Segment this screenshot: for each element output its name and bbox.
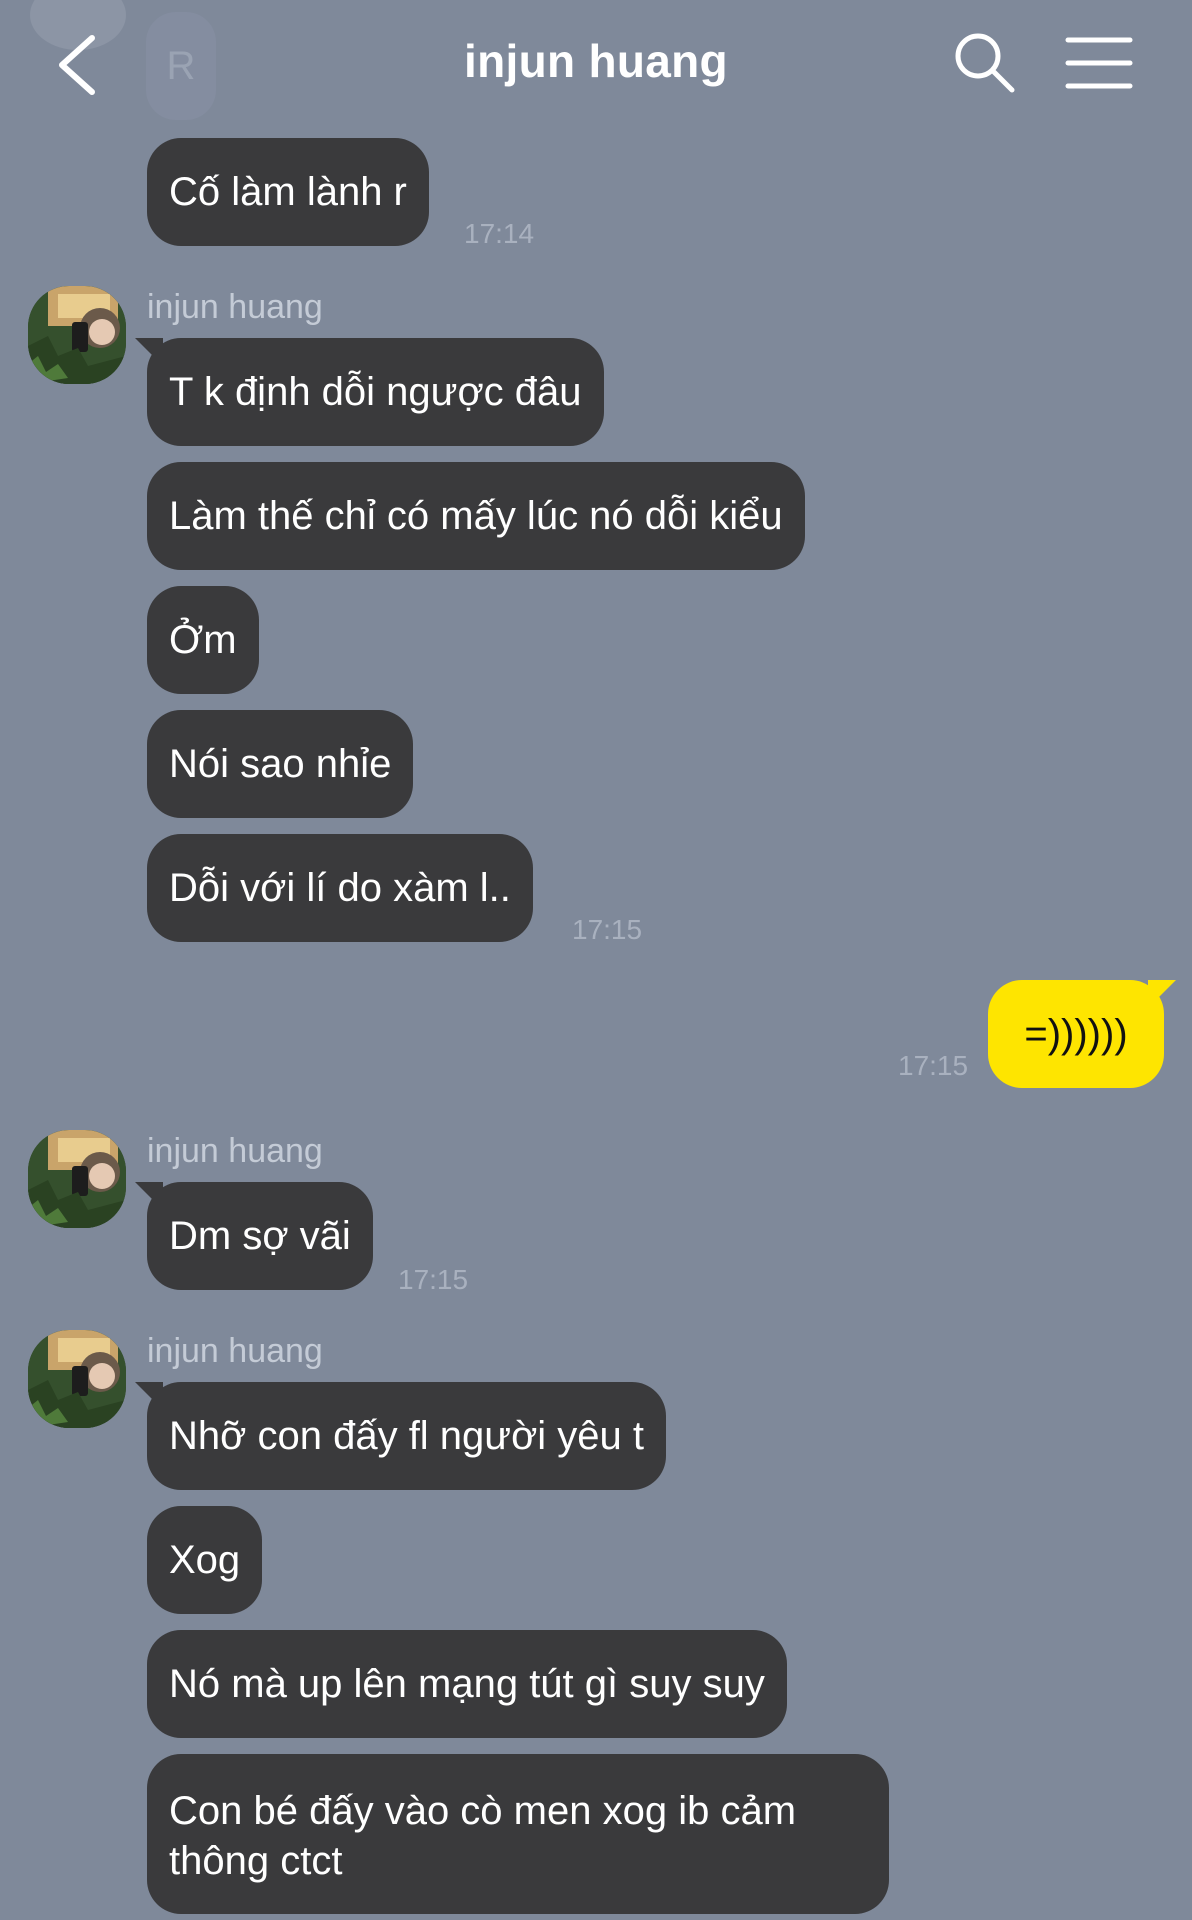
message-text: T k định dỗi ngược đâu: [169, 370, 582, 414]
search-button[interactable]: [952, 30, 1018, 96]
message-timestamp: 17:15: [572, 914, 643, 945]
menu-button[interactable]: [1064, 30, 1134, 96]
sender-name: injun huang: [147, 1132, 323, 1170]
message-bubble[interactable]: Cố làm lành r: [147, 138, 429, 246]
message-text: Làm thế chỉ có mấy lúc nó dỗi kiểu: [169, 494, 783, 538]
chat-header: R injun huang: [0, 0, 1192, 130]
avatar[interactable]: [28, 1130, 126, 1228]
message-text: Nó mà up lên mạng tút gì suy suy: [169, 1662, 765, 1706]
message-bubble[interactable]: Ởm: [147, 586, 259, 694]
message-bubble[interactable]: Nói sao nhỉe: [147, 710, 414, 818]
message-bubble[interactable]: Con bé đấy vào cò men xog ib cảm thông c…: [147, 1754, 889, 1914]
message-text: Dm sợ vãi: [169, 1214, 351, 1258]
hamburger-menu-icon: [1065, 37, 1133, 89]
avatar-photo-icon: [28, 1330, 126, 1428]
avatar-photo-icon: [28, 1130, 126, 1228]
message-bubble[interactable]: Làm thế chỉ có mấy lúc nó dỗi kiểu: [147, 462, 805, 570]
message-timestamp: 17:14: [464, 218, 535, 249]
avatar[interactable]: [28, 286, 126, 384]
message-timestamp: 17:15: [398, 1264, 469, 1295]
message-timestamp: 17:15: [898, 1050, 969, 1081]
avatar[interactable]: [28, 1330, 126, 1428]
sender-name: injun huang: [147, 288, 323, 326]
my-message-bubble[interactable]: =)))))): [988, 980, 1164, 1088]
message-text: Con bé đấy vào cò men xog ib cảm thông c…: [169, 1789, 797, 1883]
message-text: Cố làm lành r: [169, 170, 407, 214]
message-text: Dỗi với lí do xàm l..: [169, 866, 511, 910]
sender-name: injun huang: [147, 1332, 323, 1370]
search-icon: [955, 33, 1015, 93]
message-text: Xog: [169, 1538, 241, 1582]
avatar-photo-icon: [28, 286, 126, 384]
message-bubble[interactable]: Nhỡ con đấy fl người yêu t: [147, 1382, 667, 1490]
message-bubble[interactable]: Xog: [147, 1506, 263, 1614]
message-text: Ởm: [169, 618, 237, 662]
message-text: Nói sao nhỉe: [169, 742, 392, 786]
message-text: Nhỡ con đấy fl người yêu t: [169, 1414, 645, 1458]
message-bubble[interactable]: Dm sợ vãi: [147, 1182, 373, 1290]
message-text: =)))))): [1024, 1012, 1128, 1056]
message-bubble[interactable]: Dỗi với lí do xàm l..: [147, 834, 533, 942]
message-bubble[interactable]: T k định dỗi ngược đâu: [147, 338, 604, 446]
message-bubble[interactable]: Nó mà up lên mạng tút gì suy suy: [147, 1630, 787, 1738]
